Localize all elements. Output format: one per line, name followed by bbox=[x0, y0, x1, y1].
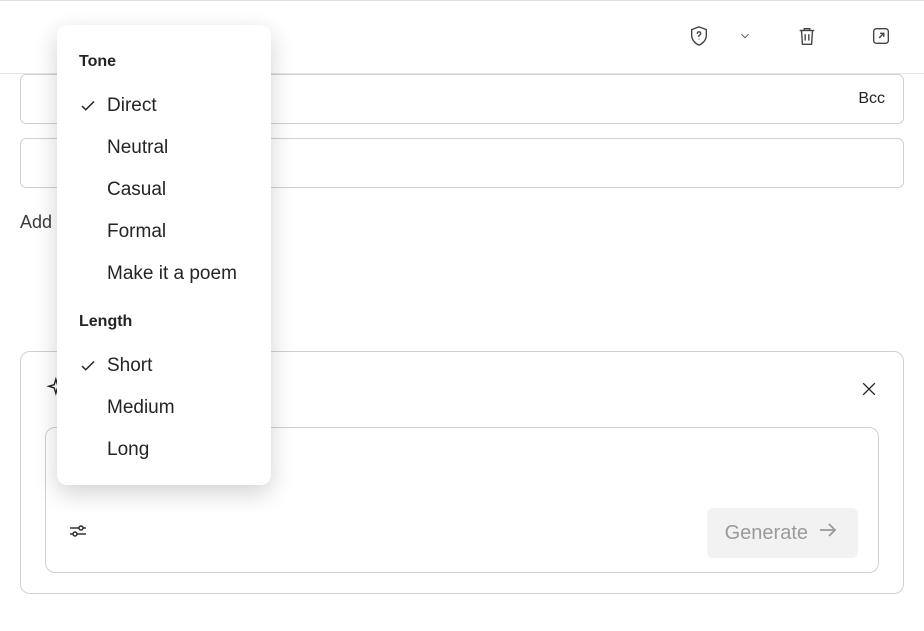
toolbar-right-group bbox=[684, 21, 896, 54]
tone-option[interactable]: Direct bbox=[57, 85, 271, 127]
close-button[interactable] bbox=[859, 379, 879, 404]
tone-option-label: Formal bbox=[107, 221, 166, 243]
tone-option[interactable]: Formal bbox=[57, 211, 271, 253]
arrow-right-icon bbox=[816, 518, 840, 548]
tone-option-label: Casual bbox=[107, 179, 166, 201]
shield-help-icon bbox=[688, 25, 710, 50]
generate-button-label: Generate bbox=[725, 522, 808, 545]
check-icon bbox=[79, 399, 97, 417]
bcc-link[interactable]: Bcc bbox=[858, 90, 885, 108]
check-icon bbox=[79, 441, 97, 459]
dropdown-caret-button[interactable] bbox=[734, 25, 756, 50]
tone-option-label: Direct bbox=[107, 95, 157, 117]
delete-button[interactable] bbox=[792, 21, 822, 54]
dropdown-section-length: Length bbox=[57, 295, 271, 345]
length-option-label: Medium bbox=[107, 397, 175, 419]
length-option-label: Long bbox=[107, 439, 149, 461]
chevron-down-icon bbox=[738, 29, 752, 46]
tone-option[interactable]: Make it a poem bbox=[57, 253, 271, 295]
check-icon bbox=[79, 139, 97, 157]
check-icon bbox=[79, 357, 97, 375]
prompt-footer: Generate bbox=[66, 508, 858, 558]
length-option[interactable]: Short bbox=[57, 345, 271, 387]
generate-button[interactable]: Generate bbox=[707, 508, 858, 558]
tone-option[interactable]: Neutral bbox=[57, 127, 271, 169]
tone-length-dropdown: Tone Direct Neutral Casual Formal Make it a … bbox=[57, 25, 271, 485]
length-option-label: Short bbox=[107, 355, 152, 377]
settings-slider-button[interactable] bbox=[66, 519, 90, 548]
popout-button[interactable] bbox=[866, 21, 896, 54]
length-option[interactable]: Long bbox=[57, 429, 271, 471]
check-icon bbox=[79, 223, 97, 241]
length-option[interactable]: Medium bbox=[57, 387, 271, 429]
check-icon bbox=[79, 265, 97, 283]
popout-icon bbox=[870, 25, 892, 50]
tone-option-label: Make it a poem bbox=[107, 263, 237, 285]
dropdown-section-tone: Tone bbox=[57, 43, 271, 85]
tone-option[interactable]: Casual bbox=[57, 169, 271, 211]
trash-icon bbox=[796, 25, 818, 50]
check-icon bbox=[79, 181, 97, 199]
tone-option-label: Neutral bbox=[107, 137, 168, 159]
shield-help-button[interactable] bbox=[684, 21, 714, 54]
check-icon bbox=[79, 97, 97, 115]
